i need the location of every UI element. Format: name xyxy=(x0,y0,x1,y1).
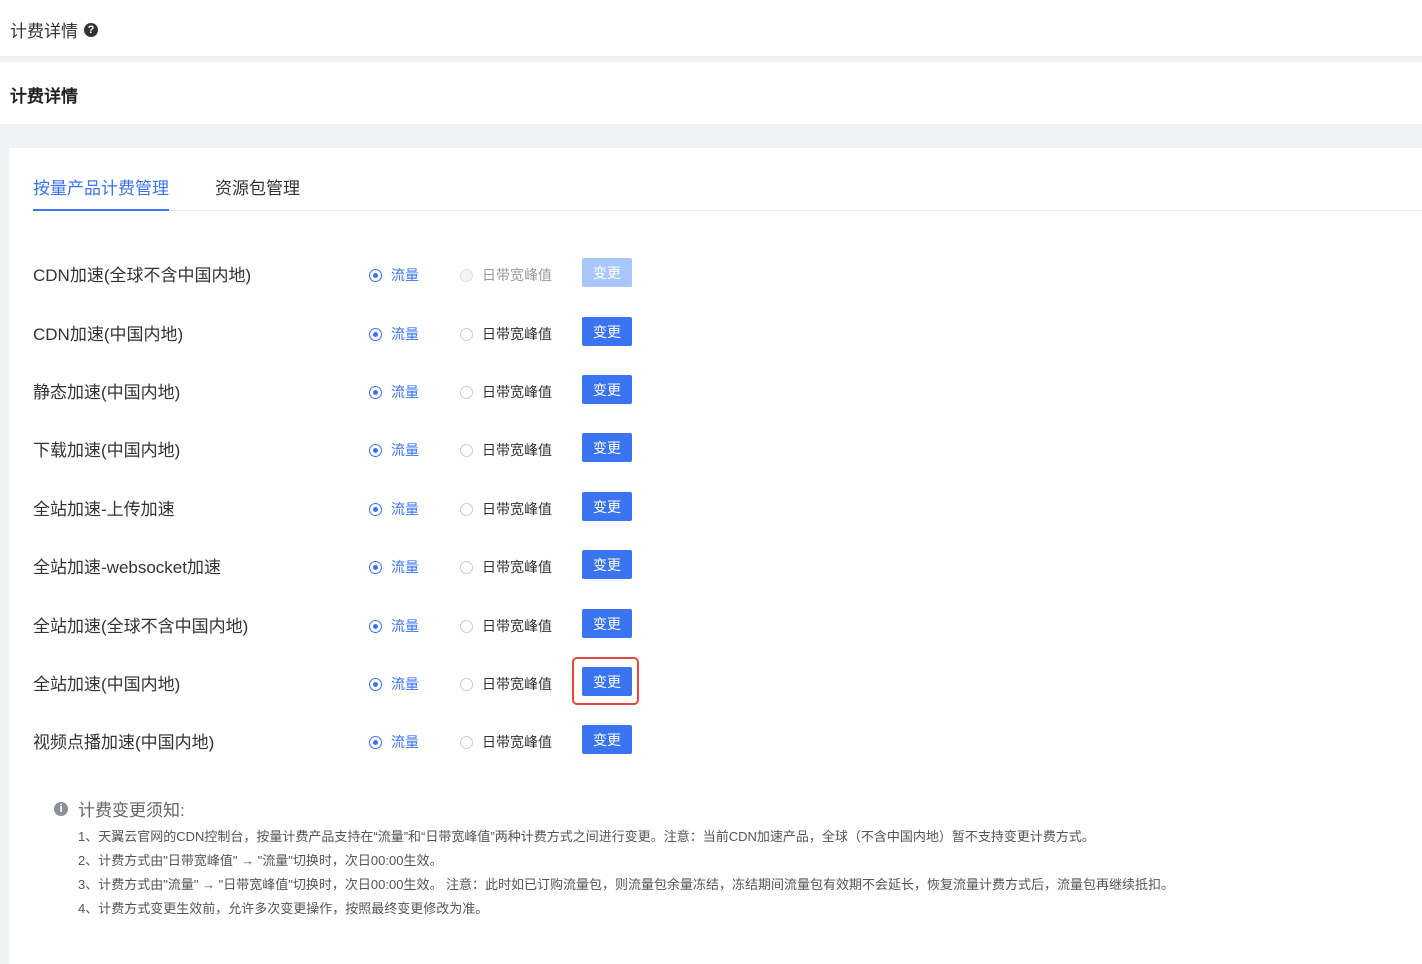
change-button: 变更 xyxy=(582,258,632,287)
change-button[interactable]: 变更 xyxy=(582,725,632,754)
notice-line: 4、计费方式变更生效前，允许多次变更操作，按照最终变更修改为准。 xyxy=(78,901,489,916)
traffic-radio[interactable]: 流量 xyxy=(369,732,419,752)
page-title-wrap: 计费详情 ? xyxy=(10,17,98,42)
radio-dot xyxy=(460,268,473,282)
product-row: CDN加速(中国内地) 流量 日带宽峰值 变更 xyxy=(33,317,733,347)
change-button[interactable]: 变更 xyxy=(582,550,632,579)
product-label: 视频点播加速(中国内地) xyxy=(33,733,215,752)
billing-notice: i 计费变更须知: 1、天翼云官网的CDN控制台，按量计费产品支持在“流量”和“… xyxy=(54,796,1174,921)
traffic-label: 流量 xyxy=(391,501,419,517)
page-title: 计费详情 xyxy=(10,22,78,41)
traffic-radio[interactable]: 流量 xyxy=(369,440,419,460)
traffic-radio[interactable]: 流量 xyxy=(369,674,419,694)
product-label: 静态加速(中国内地) xyxy=(33,383,181,402)
bandwidth-label: 日带宽峰值 xyxy=(482,734,552,750)
bandwidth-label: 日带宽峰值 xyxy=(482,618,552,634)
product-label: 全站加速-上传加速 xyxy=(33,500,175,519)
product-label: 全站加速-websocket加速 xyxy=(33,558,221,577)
traffic-radio[interactable]: 流量 xyxy=(369,557,419,577)
notice-lines: 1、天翼云官网的CDN控制台，按量计费产品支持在“流量”和“日带宽峰值”两种计费… xyxy=(54,825,1174,921)
radio-dot xyxy=(460,677,473,691)
traffic-radio[interactable]: 流量 xyxy=(369,616,419,636)
traffic-label: 流量 xyxy=(391,267,419,283)
bandwidth-radio[interactable]: 日带宽峰值 xyxy=(460,324,552,344)
bandwidth-label: 日带宽峰值 xyxy=(482,559,552,575)
bandwidth-label: 日带宽峰值 xyxy=(482,442,552,458)
traffic-label: 流量 xyxy=(391,676,419,692)
bandwidth-label: 日带宽峰值 xyxy=(482,501,552,517)
bandwidth-radio[interactable]: 日带宽峰值 xyxy=(460,732,552,752)
tab-resource-package[interactable]: 资源包管理 xyxy=(215,178,300,209)
tab-pay-as-you-go[interactable]: 按量产品计费管理 xyxy=(33,178,169,211)
radio-dot xyxy=(369,735,382,749)
bandwidth-label: 日带宽峰值 xyxy=(482,676,552,692)
radio-dot xyxy=(369,619,382,633)
billing-card: 按量产品计费管理 资源包管理 CDN加速(全球不含中国内地) 流量 日带宽峰值 … xyxy=(9,148,1422,964)
radio-dot xyxy=(460,385,473,399)
bandwidth-label: 日带宽峰值 xyxy=(482,326,552,342)
traffic-label: 流量 xyxy=(391,618,419,634)
product-row: 全站加速-websocket加速 流量 日带宽峰值 变更 xyxy=(33,550,733,580)
change-button[interactable]: 变更 xyxy=(582,317,632,346)
change-button[interactable]: 变更 xyxy=(582,609,632,638)
top-bar: 计费详情 ? xyxy=(0,0,1422,57)
radio-dot xyxy=(369,327,382,341)
change-button[interactable]: 变更 xyxy=(582,492,632,521)
product-row: 下载加速(中国内地) 流量 日带宽峰值 变更 xyxy=(33,433,733,463)
radio-dot xyxy=(460,735,473,749)
product-label: CDN加速(全球不含中国内地) xyxy=(33,266,252,285)
product-label: CDN加速(中国内地) xyxy=(33,325,184,344)
radio-dot xyxy=(369,502,382,516)
bandwidth-radio[interactable]: 日带宽峰值 xyxy=(460,499,552,519)
radio-dot xyxy=(460,327,473,341)
traffic-label: 流量 xyxy=(391,734,419,750)
bandwidth-radio: 日带宽峰值 xyxy=(460,265,552,285)
product-row: 视频点播加速(中国内地) 流量 日带宽峰值 变更 xyxy=(33,725,733,755)
product-row: CDN加速(全球不含中国内地) 流量 日带宽峰值 变更 xyxy=(33,258,733,288)
traffic-radio[interactable]: 流量 xyxy=(369,499,419,519)
radio-dot xyxy=(460,443,473,457)
notice-title: 计费变更须知: xyxy=(78,801,185,820)
radio-dot xyxy=(369,443,382,457)
bandwidth-label: 日带宽峰值 xyxy=(482,384,552,400)
notice-line: 3、计费方式由"流量" → "日带宽峰值"切换时，次日00:00生效。 注意：此… xyxy=(78,877,1175,892)
bandwidth-radio[interactable]: 日带宽峰值 xyxy=(460,557,552,577)
tab-bar: 按量产品计费管理 资源包管理 xyxy=(33,178,1422,211)
traffic-radio[interactable]: 流量 xyxy=(369,382,419,402)
radio-dot xyxy=(460,619,473,633)
notice-line: 1、天翼云官网的CDN控制台，按量计费产品支持在“流量”和“日带宽峰值”两种计费… xyxy=(78,829,1095,844)
section-title: 计费详情 xyxy=(10,87,78,106)
bandwidth-radio[interactable]: 日带宽峰值 xyxy=(460,674,552,694)
radio-dot xyxy=(369,677,382,691)
traffic-label: 流量 xyxy=(391,442,419,458)
info-icon: i xyxy=(54,801,68,816)
traffic-label: 流量 xyxy=(391,384,419,400)
notice-line: 2、计费方式由"日带宽峰值" → "流量"切换时，次日00:00生效。 xyxy=(78,853,443,868)
bandwidth-radio[interactable]: 日带宽峰值 xyxy=(460,440,552,460)
product-row: 全站加速-上传加速 流量 日带宽峰值 变更 xyxy=(33,492,733,522)
product-label: 下载加速(中国内地) xyxy=(33,441,181,460)
traffic-label: 流量 xyxy=(391,326,419,342)
radio-dot xyxy=(460,502,473,516)
radio-dot xyxy=(460,560,473,574)
bandwidth-label: 日带宽峰值 xyxy=(482,267,552,283)
product-label: 全站加速(中国内地) xyxy=(33,675,181,694)
notice-header: i 计费变更须知: xyxy=(54,796,1174,821)
highlight-box xyxy=(572,657,639,705)
radio-dot xyxy=(369,385,382,399)
traffic-radio[interactable]: 流量 xyxy=(369,324,419,344)
product-row: 全站加速(全球不含中国内地) 流量 日带宽峰值 变更 xyxy=(33,609,733,639)
product-label: 全站加速(全球不含中国内地) xyxy=(33,617,249,636)
product-row: 静态加速(中国内地) 流量 日带宽峰值 变更 xyxy=(33,375,733,405)
change-button[interactable]: 变更 xyxy=(582,375,632,404)
change-button[interactable]: 变更 xyxy=(582,433,632,462)
help-icon[interactable]: ? xyxy=(84,22,98,37)
radio-dot xyxy=(369,560,382,574)
bandwidth-radio[interactable]: 日带宽峰值 xyxy=(460,616,552,636)
section-header: 计费详情 xyxy=(0,62,1422,124)
traffic-label: 流量 xyxy=(391,559,419,575)
bandwidth-radio[interactable]: 日带宽峰值 xyxy=(460,382,552,402)
traffic-radio[interactable]: 流量 xyxy=(369,265,419,285)
radio-dot xyxy=(369,268,382,282)
